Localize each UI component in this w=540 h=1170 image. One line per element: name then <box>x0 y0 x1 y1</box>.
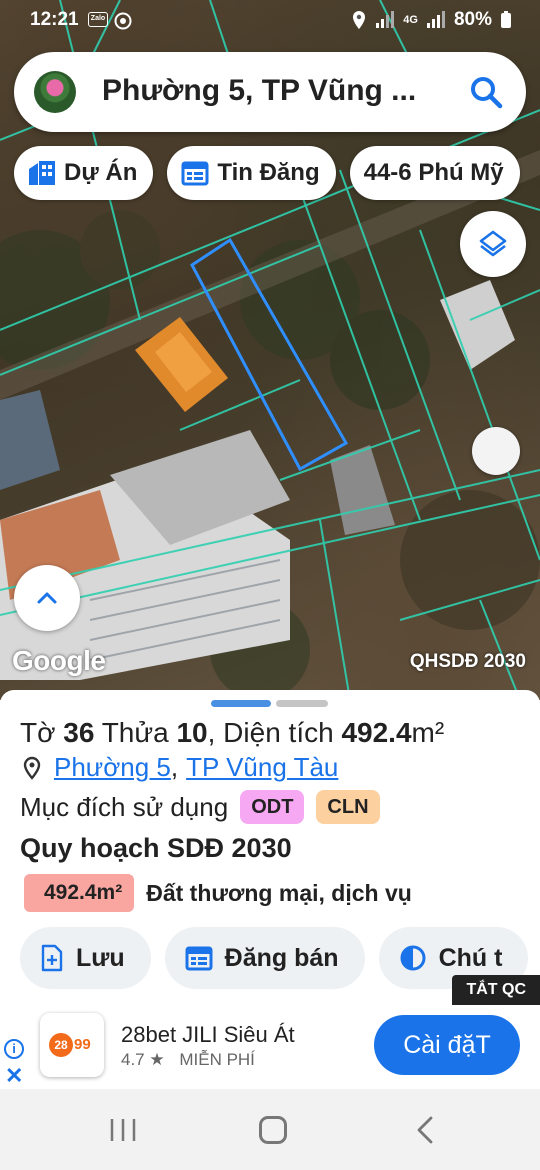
plan-title: Quy hoạch SDĐ 2030 <box>20 833 292 863</box>
layers-button[interactable] <box>460 211 526 277</box>
search-icon[interactable] <box>468 74 504 110</box>
status-time: 12:21 <box>30 9 79 30</box>
map-drag-handle[interactable] <box>472 427 520 475</box>
post-sale-button[interactable]: Đăng bán <box>164 927 365 989</box>
ad-price: MIỄN PHÍ <box>179 1050 255 1069</box>
chip-du-an[interactable]: Dự Án <box>14 146 154 200</box>
expand-up-button[interactable] <box>14 565 80 631</box>
parcel-number: 10 <box>176 717 208 748</box>
status-bar: 12:21 Zalo 4G 80% <box>0 0 540 40</box>
ad-banner[interactable]: TẮT QC i ✕ 28 99 28bet JILI Siêu Át 4.7 … <box>0 975 540 1089</box>
ad-rating: 4.7 ★ <box>121 1050 165 1069</box>
action-label: Lưu <box>76 943 125 972</box>
close-ad-button[interactable]: TẮT QC <box>452 975 540 1005</box>
action-label: Chú t <box>438 943 503 972</box>
sheet-label: Tờ <box>20 717 56 748</box>
google-logo: Google <box>12 645 106 676</box>
battery-icon <box>501 11 511 28</box>
location-icon <box>353 11 366 29</box>
chip-phu-my[interactable]: 44-6 Phú Mỹ <box>349 146 520 200</box>
ad-meta: 4.7 ★ MIỄN PHÍ <box>121 1050 255 1070</box>
ad-logo-number: 99 <box>74 1036 91 1053</box>
city-link[interactable]: TP Vũng Tàu <box>186 752 338 783</box>
search-bar[interactable]: Phường 5, TP Vũng ... <box>14 52 526 132</box>
chip-label: Dự Án <box>64 159 138 186</box>
chip-label: Tin Đăng <box>217 159 320 186</box>
ad-logo-circle: 28 <box>49 1033 73 1057</box>
chevron-up-icon <box>37 592 57 604</box>
chrome-icon <box>114 12 132 30</box>
network-type: 4G <box>403 14 418 26</box>
location-pin-icon <box>23 756 41 780</box>
chip-label: 44-6 Phú Mỹ <box>363 159 504 186</box>
calendar-icon <box>181 161 209 186</box>
action-label: Đăng bán <box>224 943 339 972</box>
system-nav-bar <box>0 1089 540 1170</box>
contrast-icon <box>400 945 426 971</box>
save-button[interactable]: Lưu <box>20 927 151 989</box>
save-icon <box>41 944 63 972</box>
building-icon <box>29 161 55 185</box>
close-icon[interactable]: ✕ <box>5 1063 23 1089</box>
zalo-icon: Zalo <box>88 12 108 27</box>
info-icon[interactable]: i <box>4 1039 24 1059</box>
signal-icon <box>376 11 395 28</box>
location-row: Phường 5, TP Vũng Tàu <box>22 752 338 783</box>
chip-tin-dang[interactable]: Tin Đăng <box>167 146 336 200</box>
land-use-label: Mục đích sử dụng <box>20 791 229 822</box>
install-button[interactable]: Cài đặT <box>374 1015 520 1075</box>
plan-description: Đất thương mại, dịch vụ <box>146 879 412 906</box>
home-icon[interactable] <box>259 1116 287 1144</box>
signal-icon-2 <box>426 11 445 28</box>
sheet-number: 36 <box>63 717 95 748</box>
avatar[interactable] <box>34 71 76 113</box>
plan-area-badge: 492.4m² <box>24 874 135 912</box>
land-use-tag-odt[interactable]: ODT <box>240 790 305 824</box>
layers-icon <box>479 230 507 257</box>
area-unit: m² <box>411 717 445 748</box>
land-use-row: Mục đích sử dụng ODT CLN <box>20 790 380 824</box>
calendar-icon <box>185 946 213 971</box>
filter-chips: Dự Án Tin Đăng 44-6 Phú Mỹ <box>14 146 520 200</box>
ad-app-logo[interactable]: 28 99 <box>40 1013 104 1077</box>
area-value: 492.4 <box>341 717 412 748</box>
recent-apps-icon[interactable] <box>108 1117 138 1143</box>
sheet-handle[interactable] <box>276 700 328 707</box>
ad-title[interactable]: 28bet JILI Siêu Át <box>121 1022 295 1048</box>
area-label: , Diện tích <box>207 717 334 748</box>
parcel-label: Thửa <box>101 717 169 748</box>
parcel-summary: Tờ 36 Thửa 10, Diện tích 492.4m² <box>20 717 444 749</box>
search-query[interactable]: Phường 5, TP Vũng ... <box>102 74 416 108</box>
plan-row: 492.4m² Đất thương mại, dịch vụ <box>24 874 412 912</box>
back-icon[interactable] <box>414 1115 436 1145</box>
ward-link[interactable]: Phường 5 <box>54 752 171 783</box>
land-use-tag-cln[interactable]: CLN <box>316 790 380 824</box>
app-root: 12:21 Zalo 4G 80% Phường 5, TP Vũng ... <box>0 0 540 1170</box>
parcel-info-sheet[interactable]: Tờ 36 Thửa 10, Diện tích 492.4m² Phường … <box>0 690 540 1010</box>
sheet-handle-active[interactable] <box>211 700 271 707</box>
battery-percent: 80% <box>453 9 492 30</box>
map-layer-caption: QHSDĐ 2030 <box>409 651 526 672</box>
